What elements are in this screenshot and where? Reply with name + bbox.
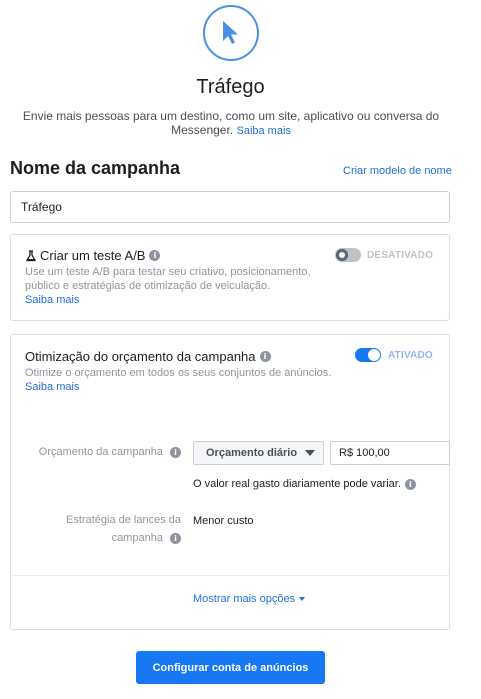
budget-note: O valor real gasto diariamente pode vari… <box>193 478 416 490</box>
info-icon[interactable]: i <box>170 447 181 458</box>
configure-ad-account-button[interactable]: Configurar conta de anúncios <box>136 651 325 684</box>
ab-test-card: Criar um teste A/B i Use um teste A/B pa… <box>10 234 450 321</box>
budget-type-value: Orçamento diário <box>206 447 298 459</box>
show-more-options-label: Mostrar mais opções <box>193 593 296 605</box>
budget-type-dropdown[interactable]: Orçamento diário <box>193 441 324 465</box>
objective-learn-more-link[interactable]: Saiba mais <box>236 125 290 137</box>
objective-title: Tráfego <box>196 76 265 98</box>
info-icon[interactable]: i <box>259 351 271 362</box>
budget-optimization-card: Otimização do orçamento da campanha i Ot… <box>10 334 450 630</box>
objective-description: Envie mais pessoas para um destino, como… <box>8 109 454 138</box>
ab-test-description-line2: público e estratégias de otimização de v… <box>25 280 271 292</box>
toggle-knob <box>336 249 348 261</box>
ab-test-title: Criar um teste A/B <box>40 248 146 263</box>
bid-strategy-label-line1: Estratégia de lances da <box>66 514 181 526</box>
bid-strategy-label-line2: campanha <box>111 532 163 544</box>
campaign-budget-label-row: Orçamento da campanha i <box>21 443 181 461</box>
budget-note-text: O valor real gasto diariamente pode vari… <box>193 478 401 490</box>
caret-down-icon <box>305 450 316 456</box>
create-name-template-link[interactable]: Criar modelo de nome <box>343 165 452 177</box>
budget-optimization-learn-more-link[interactable]: Saiba mais <box>25 380 79 394</box>
budget-optimization-description: Otimize o orçamento em todos os seus con… <box>25 367 332 379</box>
budget-optimization-title: Otimização do orçamento da campanha <box>25 349 256 364</box>
divider <box>11 575 449 576</box>
info-icon[interactable]: i <box>170 533 181 544</box>
ab-test-toggle-label: DESATIVADO <box>367 250 434 261</box>
bid-strategy-value: Menor custo <box>193 515 254 527</box>
campaign-name-input[interactable] <box>10 191 450 223</box>
caret-down-icon <box>299 597 306 601</box>
budget-optimization-toggle-label: ATIVADO <box>388 350 433 361</box>
budget-optimization-header: Otimização do orçamento da campanha i <box>25 349 271 364</box>
campaign-name-title: Nome da campanha <box>10 158 181 178</box>
budget-amount-input[interactable] <box>330 441 450 465</box>
ab-test-learn-more-link[interactable]: Saiba mais <box>25 293 79 307</box>
ab-test-description-line1: Use um teste A/B para testar seu criativ… <box>25 266 311 278</box>
ab-test-toggle[interactable] <box>335 248 361 262</box>
show-more-options-link[interactable]: Mostrar mais opções <box>193 593 306 605</box>
campaign-budget-label: Orçamento da campanha <box>38 446 163 458</box>
bid-strategy-label-row: Estratégia de lances da campanha i <box>21 511 181 547</box>
info-icon[interactable]: i <box>149 250 161 261</box>
objective-description-text: Envie mais pessoas para um destino, como… <box>22 109 440 137</box>
ab-test-header: Criar um teste A/B i <box>25 248 161 263</box>
cursor-icon <box>203 5 259 61</box>
bid-strategy-label-line2-row: campanha i <box>21 529 181 547</box>
info-icon[interactable]: i <box>404 478 416 490</box>
budget-optimization-toggle[interactable] <box>355 348 381 362</box>
toggle-knob <box>368 349 380 361</box>
flask-icon <box>25 249 37 262</box>
